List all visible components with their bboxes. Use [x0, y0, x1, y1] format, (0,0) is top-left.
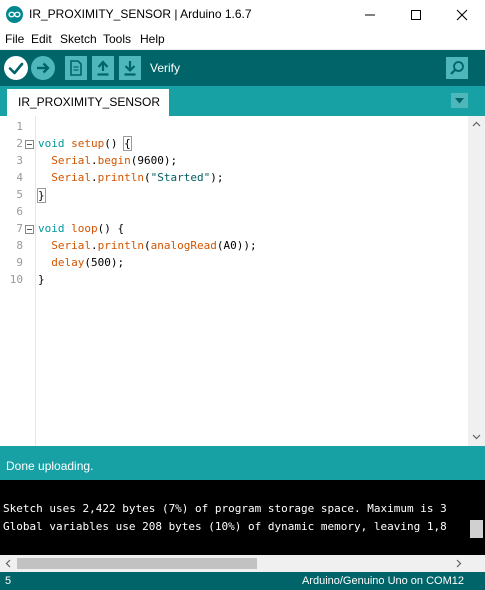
code-line-3: Serial.begin(9600);: [51, 154, 178, 167]
console-vertical-scrollbar[interactable]: [468, 480, 485, 555]
close-button[interactable]: [439, 0, 485, 30]
console-line: Global variables use 208 bytes (10%) of …: [3, 520, 447, 533]
scroll-up-icon[interactable]: [472, 121, 481, 127]
toolbar-status-label: Verify: [150, 61, 181, 75]
line-number-gutter: 1 2 3 4 5 6 7 8 9 10: [0, 116, 36, 446]
code-editor[interactable]: 1 2 3 4 5 6 7 8 9 10 void setup() { Seri…: [0, 116, 485, 446]
menu-bar: File Edit Sketch Tools Help: [0, 30, 485, 50]
tab-menu-button[interactable]: [451, 93, 468, 108]
new-file-icon: [70, 60, 82, 76]
current-line-number: 5: [5, 575, 12, 587]
minimize-button[interactable]: [347, 0, 393, 30]
footer-bar: 5 Arduino/Genuino Uno on COM12: [0, 572, 485, 590]
code-line-7: void loop() {: [38, 222, 125, 235]
board-port-info: Arduino/Genuino Uno on COM12: [301, 575, 464, 587]
status-message: Done uploading.: [6, 459, 94, 473]
title-bar: IR_PROXIMITY_SENSOR | Arduino 1.6.7: [0, 0, 485, 30]
fold-toggle-loop[interactable]: [25, 225, 34, 234]
menu-help[interactable]: Help: [140, 32, 165, 46]
new-button[interactable]: [65, 56, 87, 80]
line-number: 8: [16, 239, 23, 252]
tab-ir-proximity-sensor[interactable]: IR_PROXIMITY_SENSOR: [7, 89, 169, 116]
verify-button[interactable]: [4, 56, 28, 80]
menu-sketch[interactable]: Sketch: [60, 32, 97, 46]
save-arrow-down-icon: [124, 61, 136, 76]
text-cursor: [44, 188, 46, 201]
editor-vertical-scrollbar[interactable]: [468, 116, 485, 446]
chevron-down-icon: [455, 98, 464, 104]
menu-edit[interactable]: Edit: [31, 32, 52, 46]
horizontal-scroll-thumb[interactable]: [17, 558, 257, 569]
code-line-8: Serial.println(analogRead(A0));: [51, 239, 257, 252]
code-line-9: delay(500);: [51, 256, 125, 269]
console-line: Sketch uses 2,422 bytes (7%) of program …: [3, 502, 447, 515]
code-line-4: Serial.println("Started");: [51, 171, 224, 184]
scroll-left-icon[interactable]: [5, 559, 11, 568]
tab-label: IR_PROXIMITY_SENSOR: [18, 95, 161, 109]
save-button[interactable]: [119, 56, 141, 80]
code-line-5: }: [37, 188, 46, 203]
line-number: 5: [16, 188, 23, 201]
tab-bar: IR_PROXIMITY_SENSOR: [0, 86, 485, 116]
console-horizontal-scrollbar[interactable]: [0, 555, 485, 572]
upload-button[interactable]: [31, 56, 55, 80]
line-number: 1: [16, 120, 23, 133]
line-number: 7: [16, 222, 23, 235]
console-scroll-thumb[interactable]: [470, 520, 483, 538]
line-number: 4: [16, 171, 23, 184]
console-output[interactable]: Sketch uses 2,422 bytes (7%) of program …: [0, 480, 485, 555]
arrow-right-icon: [37, 62, 50, 74]
code-line-2: void setup() {: [38, 136, 132, 151]
magnifier-icon: [450, 61, 464, 75]
open-arrow-up-icon: [97, 60, 109, 76]
line-number: 6: [16, 205, 23, 218]
line-number: 10: [9, 273, 23, 286]
line-number: 2: [16, 137, 23, 150]
code-line-10: }: [38, 273, 45, 286]
toolbar: Verify: [0, 50, 485, 86]
serial-monitor-button[interactable]: [446, 57, 468, 79]
open-button[interactable]: [92, 56, 114, 80]
arduino-logo-icon: [6, 6, 23, 23]
window-title: IR_PROXIMITY_SENSOR | Arduino 1.6.7: [29, 7, 252, 21]
status-bar: Done uploading.: [0, 446, 485, 480]
maximize-button[interactable]: [393, 0, 439, 30]
menu-file[interactable]: File: [5, 32, 24, 46]
fold-toggle-setup[interactable]: [25, 140, 34, 149]
checkmark-icon: [8, 62, 24, 75]
line-number: 3: [16, 154, 23, 167]
scroll-right-icon[interactable]: [456, 559, 462, 568]
line-number: 9: [16, 256, 23, 269]
scroll-down-icon[interactable]: [472, 434, 481, 440]
menu-tools[interactable]: Tools: [103, 32, 131, 46]
